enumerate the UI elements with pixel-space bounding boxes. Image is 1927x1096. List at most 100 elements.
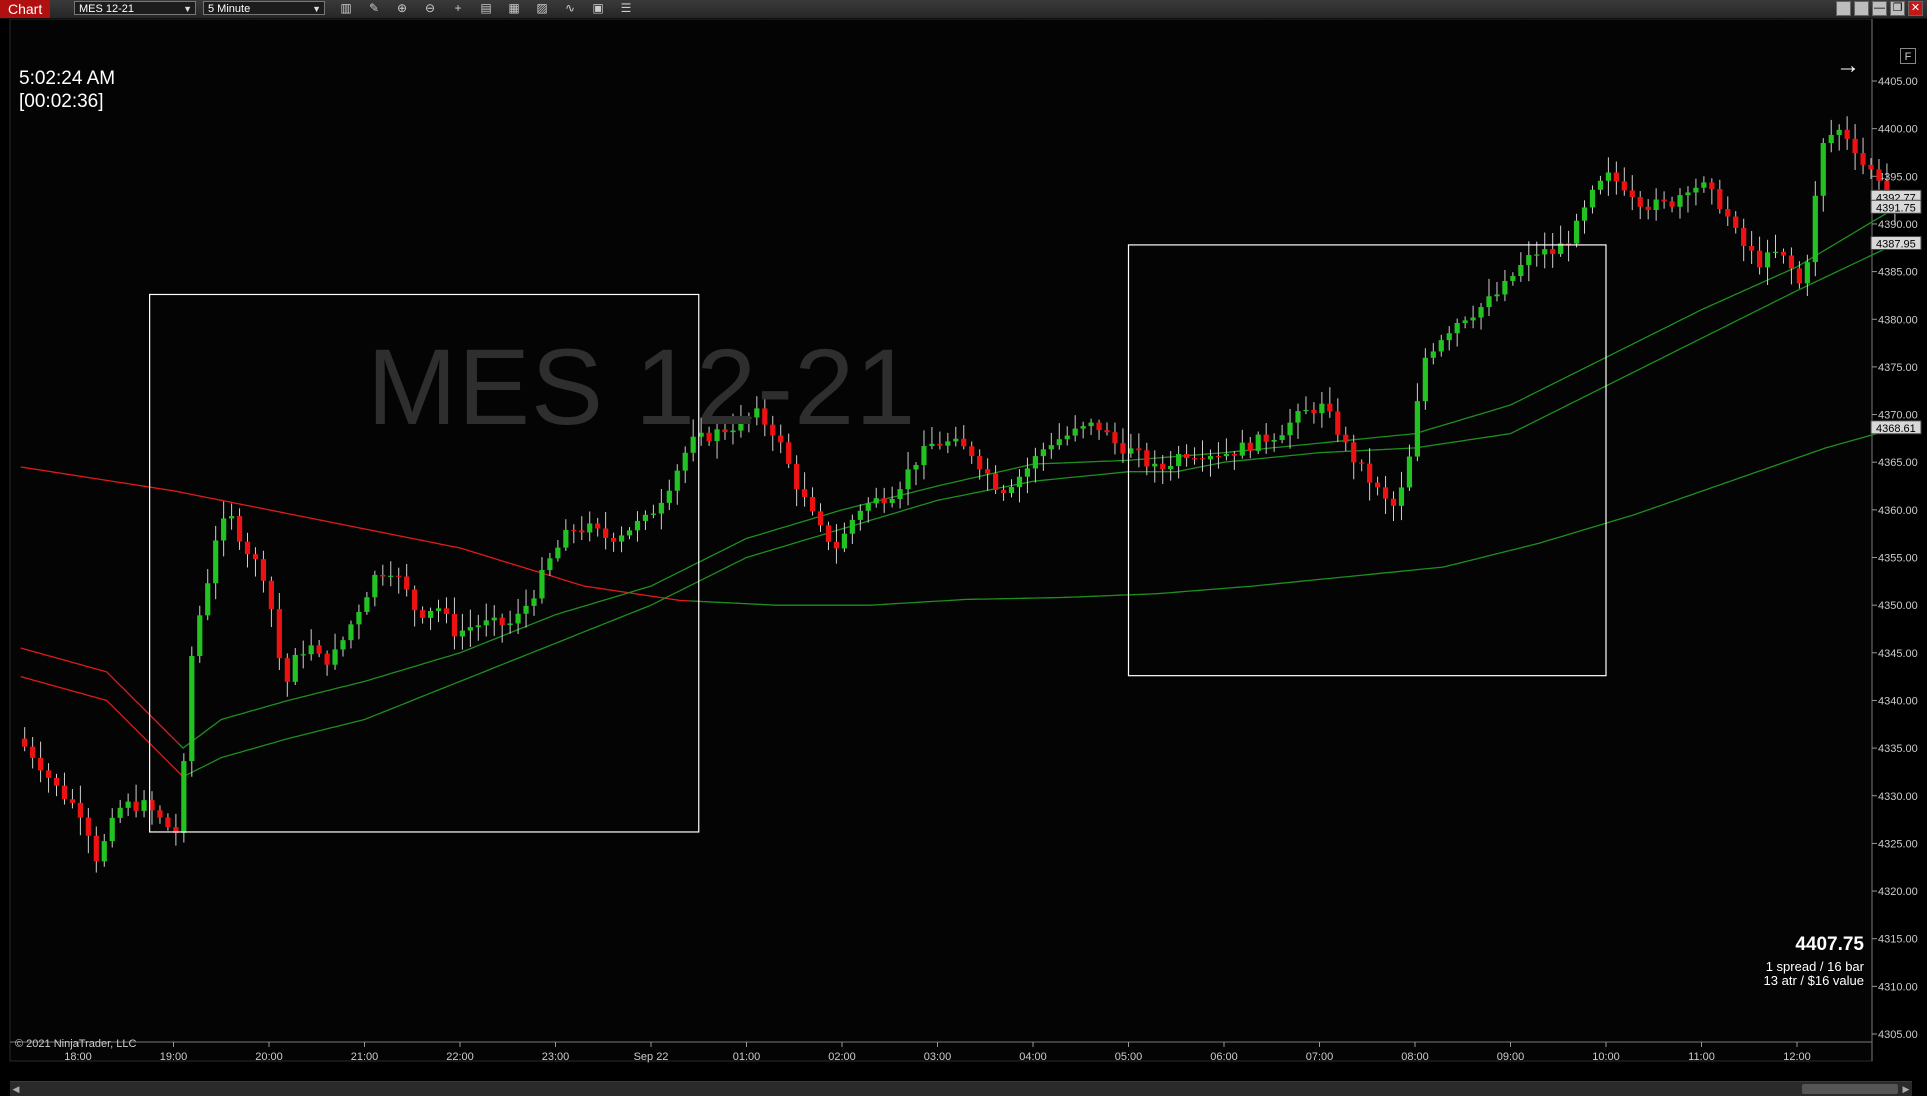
y-tick-label: 4365.00 (1878, 457, 1918, 469)
candle-body (443, 608, 450, 615)
candle-body (364, 597, 370, 612)
y-tick-label: 4350.00 (1878, 600, 1918, 612)
candle-body (475, 625, 481, 628)
candle-body (523, 605, 529, 614)
crosshair-icon[interactable]: + (448, 1, 468, 16)
candle-body (1597, 180, 1604, 190)
plot-area[interactable] (9, 19, 1873, 1062)
candle-body (165, 817, 171, 828)
templates-icon[interactable]: ▦ (504, 1, 524, 16)
scroll-right-icon[interactable]: ▶ (1900, 1082, 1912, 1096)
candle-body (865, 503, 871, 511)
candle-body (332, 649, 338, 665)
candle-body (1319, 403, 1325, 414)
y-tick-label: 4395.00 (1878, 171, 1918, 183)
candle-body (1725, 209, 1731, 217)
layout-icon[interactable] (1836, 1, 1851, 16)
candle-body (1374, 482, 1381, 488)
candle-body (1645, 206, 1651, 210)
candle-body (531, 598, 537, 606)
candle-body (1717, 189, 1723, 210)
candle-body (1080, 426, 1086, 429)
close-icon[interactable]: ✕ (1908, 1, 1923, 16)
candle-body (857, 510, 863, 520)
tile-icon[interactable] (1854, 1, 1869, 16)
x-tick-label: 06:00 (1210, 1051, 1238, 1063)
candle-body (1550, 249, 1556, 254)
y-tick-label: 4405.00 (1878, 76, 1918, 88)
scroll-thumb[interactable] (1802, 1084, 1898, 1094)
candle-body (1311, 409, 1317, 414)
candle-body (324, 653, 330, 665)
candle-body (1048, 445, 1054, 450)
candle-body (1335, 411, 1341, 435)
data-box-icon[interactable]: ▣ (588, 1, 608, 16)
candle-body (1160, 463, 1166, 470)
candle-body (1494, 294, 1500, 297)
candle-body (507, 623, 513, 626)
candle-body (1406, 456, 1413, 488)
info-spread-bar: 1 spread / 16 bar (1765, 959, 1864, 974)
candle-body (1733, 216, 1739, 228)
bars-type-icon[interactable]: ▥ (336, 1, 356, 16)
candle-body (1605, 172, 1611, 181)
candle-body (1637, 197, 1643, 207)
candle-body (53, 777, 60, 786)
list-icon[interactable]: ☰ (616, 1, 636, 16)
indicators-icon[interactable]: ▨ (532, 1, 552, 16)
x-tick-label: 09:00 (1497, 1051, 1525, 1063)
restore-icon[interactable]: ❐ (1890, 1, 1905, 16)
candle-body (300, 654, 306, 656)
candle-body (1701, 182, 1707, 188)
candle-body (1215, 456, 1222, 458)
candle-body (794, 463, 800, 490)
candle-body (1176, 454, 1182, 466)
y-tick-label: 4335.00 (1878, 743, 1918, 755)
candle-body (1709, 182, 1715, 190)
candle-body (268, 580, 274, 610)
chevron-down-icon: ▼ (312, 4, 321, 14)
candle-body (953, 438, 959, 442)
candle-body (849, 519, 855, 534)
candle-body (380, 574, 386, 577)
candle-body (1653, 199, 1659, 210)
properties-icon[interactable]: ▤ (476, 1, 496, 16)
instrument-selector[interactable]: MES 12-21 ▼ (74, 1, 196, 15)
zoom-in-icon[interactable]: ⊕ (392, 1, 412, 16)
interval-selector[interactable]: 5 Minute ▼ (203, 1, 325, 15)
drawing-tool-icon[interactable]: ✎ (364, 1, 384, 16)
candle-body (205, 583, 211, 616)
candle-body (1613, 172, 1619, 182)
x-tick-label: 05:00 (1115, 1051, 1143, 1063)
candle-body (1398, 487, 1405, 506)
candle-body (1868, 164, 1874, 170)
arrow-right-icon[interactable]: → (1836, 52, 1860, 80)
price-marker-label: 4368.61 (1876, 423, 1916, 435)
candle-body (1780, 251, 1787, 256)
candle-body (388, 575, 394, 577)
price-chart[interactable]: 4305.00 4310.00 4315.00 4320.00 4325.00 4330.… (0, 19, 1927, 1080)
x-tick-label: 10:00 (1592, 1051, 1620, 1063)
instrument-value: MES 12-21 (79, 3, 135, 15)
horizontal-scrollbar[interactable]: ◀ ▶ (10, 1081, 1912, 1096)
candle-body (563, 529, 569, 548)
candle-body (85, 817, 91, 836)
candle-body (809, 496, 816, 512)
clock-time: 5:02:24 AM (19, 68, 116, 89)
interval-value: 5 Minute (208, 3, 251, 15)
strategies-icon[interactable]: ∿ (560, 1, 580, 16)
scroll-left-icon[interactable]: ◀ (10, 1082, 22, 1096)
candle-body (1032, 456, 1038, 469)
candle-body (961, 438, 967, 447)
candle-body (1327, 403, 1333, 412)
minimize-icon[interactable]: — (1872, 1, 1887, 16)
candle-body (1526, 255, 1532, 266)
f-button[interactable]: F (1900, 48, 1916, 64)
chart-tab[interactable]: Chart (0, 0, 51, 18)
candle-body (1812, 195, 1818, 263)
candle-body (1669, 201, 1675, 207)
chart-panel[interactable]: 4305.00 4310.00 4315.00 4320.00 4325.00 4330.… (0, 19, 1927, 1096)
zoom-out-icon[interactable]: ⊖ (420, 1, 440, 16)
candle-body (284, 658, 290, 682)
candle-body (1191, 458, 1198, 460)
